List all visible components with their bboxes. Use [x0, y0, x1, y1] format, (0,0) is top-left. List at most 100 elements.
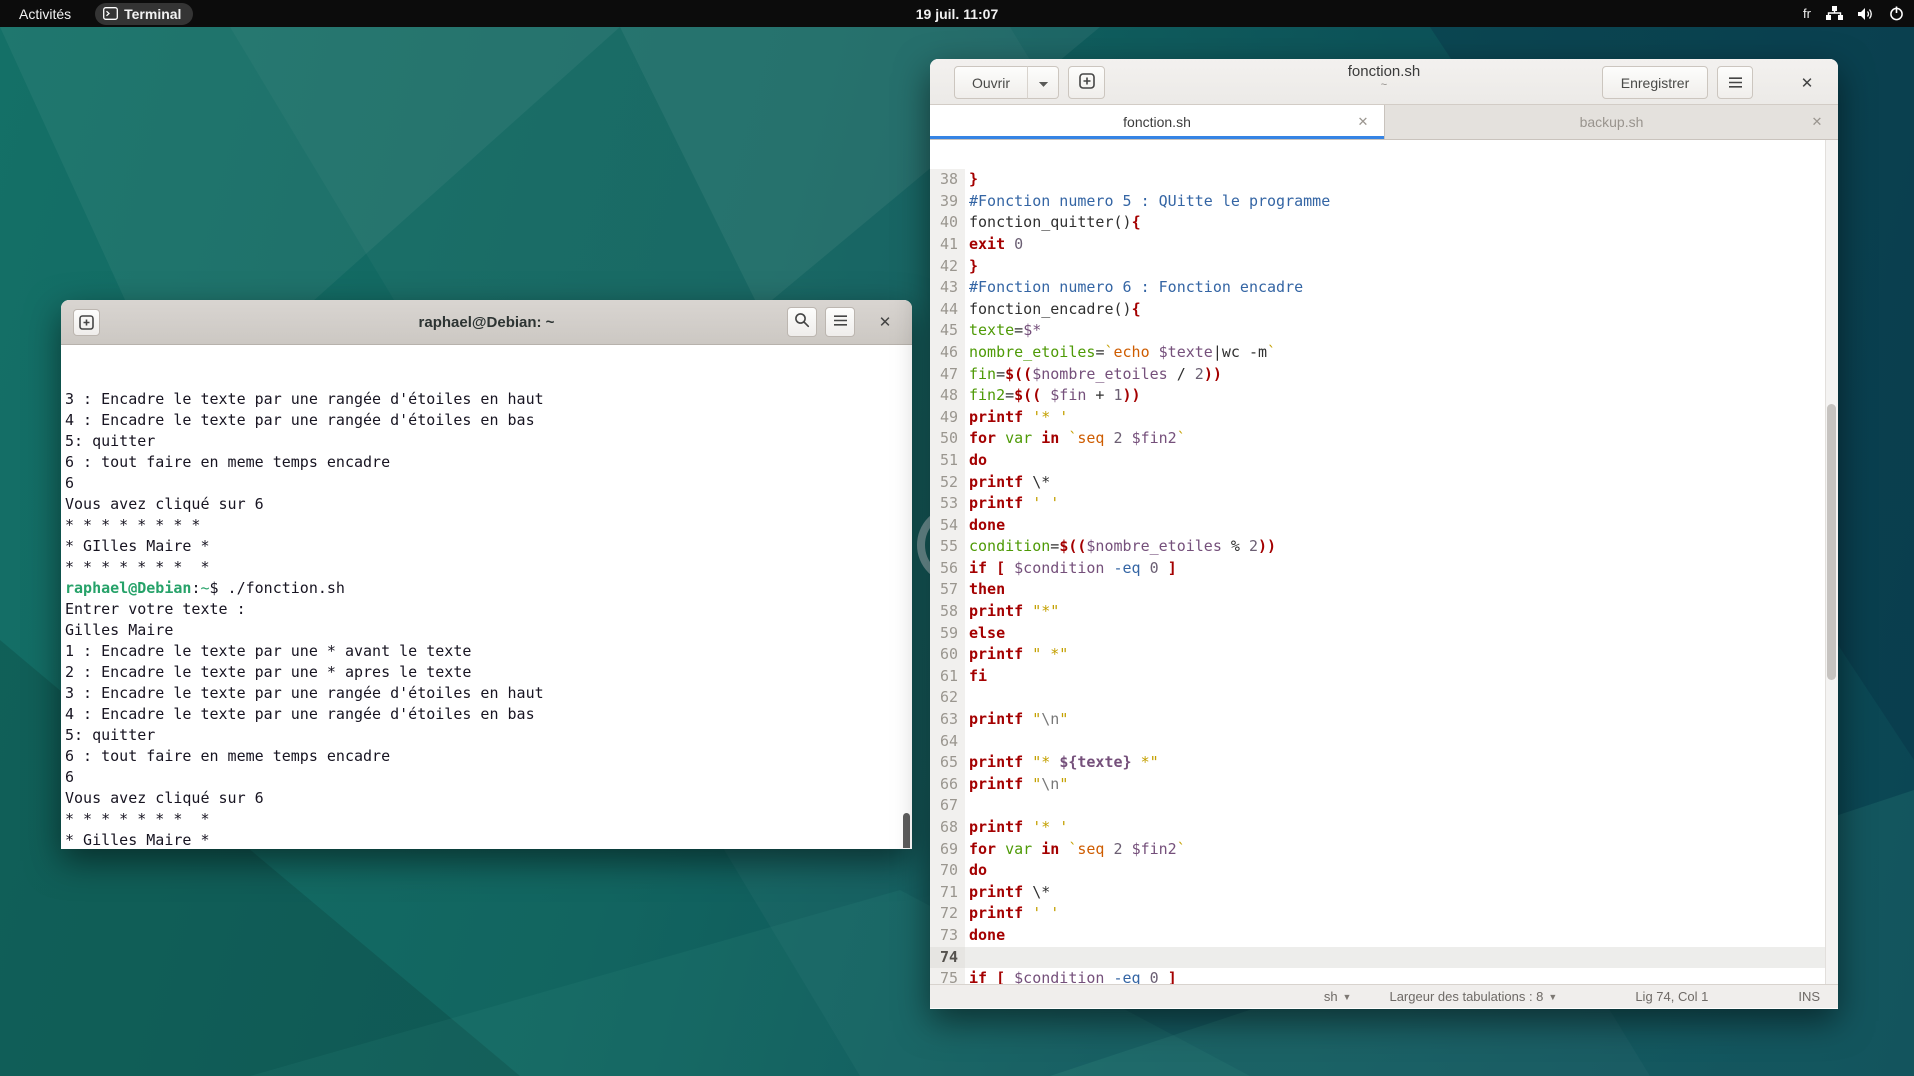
line-number: 38 — [930, 169, 965, 191]
code-token: ~ — [200, 579, 210, 597]
line-number: 43 — [930, 277, 965, 299]
terminal-line: Entrer votre texte : — [65, 599, 912, 620]
search-button[interactable] — [787, 307, 817, 337]
tab-backup-sh[interactable]: backup.sh ✕ — [1384, 105, 1838, 139]
code-token: printf — [969, 904, 1033, 923]
language-label: sh — [1323, 989, 1338, 1004]
code-line-text: texte=$* — [965, 320, 1041, 342]
keyboard-layout-indicator[interactable]: fr — [1803, 6, 1811, 21]
editor-scrollbar-track[interactable] — [1825, 140, 1838, 984]
code-token: 6 : tout faire en meme temps encadre — [65, 747, 391, 765]
code-line: 71 printf \* — [930, 881, 1838, 904]
code-line-text: fonction_quitter(){ — [965, 212, 1141, 234]
code-token: $condition — [1014, 969, 1105, 984]
line-number: 63 — [930, 709, 965, 731]
code-line-text: printf "\n" — [965, 709, 1068, 731]
code-token: |wc -m — [1212, 342, 1268, 361]
terminal-output[interactable]: 3 : Encadre le texte par une rangée d'ét… — [61, 345, 912, 848]
code-line-text: printf "\n" — [965, 774, 1068, 796]
open-dropdown-button[interactable] — [1027, 66, 1059, 99]
chevron-down-icon: ▼ — [1548, 991, 1558, 1002]
save-button[interactable]: Enregistrer — [1602, 66, 1708, 99]
terminal-line: raphael@Debian:~$ ./fonction.sh — [65, 578, 912, 599]
terminal-line: * GIlles Maire * — [65, 536, 912, 557]
focused-app-menu[interactable]: Terminal — [95, 2, 194, 25]
terminal-line: 6 : tout faire en meme temps encadre — [65, 452, 912, 473]
editor-headerbar[interactable]: Ouvrir fonction.sh ~ Enregistrer ✕ — [930, 59, 1838, 105]
tab-fonction-sh[interactable]: fonction.sh ✕ — [930, 105, 1384, 139]
code-token: fin — [969, 364, 997, 383]
terminal-close-button[interactable]: ✕ — [872, 307, 898, 337]
code-token: -eq — [1113, 558, 1141, 577]
code-token: -eq — [1113, 969, 1141, 984]
code-token: * Gilles Maire * — [65, 831, 210, 848]
code-token: texte — [969, 321, 1015, 340]
code-token: 4 : Encadre le texte par une rangée d'ét… — [65, 705, 535, 723]
code-line: 57 then — [930, 579, 1838, 602]
code-token: $* — [1023, 321, 1042, 340]
code-lines: 38} 39 #Fonction numero 5 : QUitte le prog… — [930, 169, 1838, 984]
editor-menu-button[interactable] — [1717, 66, 1753, 99]
terminal-scrollbar[interactable] — [903, 813, 910, 848]
code-line-text: if [ $condition -eq 0 ] — [965, 558, 1177, 580]
line-number: 72 — [930, 903, 965, 925]
active-tab-underline — [930, 136, 1384, 139]
code-token: = — [1005, 386, 1015, 405]
clock[interactable]: 19 juil. 11:07 — [916, 6, 999, 22]
system-status-area[interactable]: fr — [1803, 6, 1904, 21]
line-number: 52 — [930, 471, 965, 494]
editor-scrollbar-thumb[interactable] — [1827, 404, 1836, 680]
line-number: 46 — [930, 341, 965, 364]
code-token: \n — [1041, 774, 1060, 793]
terminal-menu-button[interactable] — [825, 307, 855, 337]
open-button[interactable]: Ouvrir — [954, 66, 1028, 99]
editor-statusbar: sh ▼ Largeur des tabulations : 8 ▼ Lig 7… — [930, 984, 1838, 1008]
code-token: $condition — [1014, 558, 1105, 577]
new-document-icon — [1078, 73, 1095, 92]
code-token: if — [969, 558, 988, 577]
code-token: var — [1005, 429, 1033, 448]
line-number: 39 — [930, 190, 965, 213]
code-line-text: printf '* ' — [965, 407, 1068, 429]
code-line: 48 fin2=$(( $fin + 1)) — [930, 385, 1838, 407]
code-token: printf — [969, 882, 1033, 901]
terminal-line: 5: quitter — [65, 725, 912, 746]
code-token: Entrer votre texte : — [65, 600, 246, 618]
code-editor-area[interactable]: 38} 39 #Fonction numero 5 : QUitte le prog… — [930, 140, 1838, 984]
code-token: * GIlles Maire * — [65, 537, 210, 555]
code-token: 2 : Encadre le texte par une * apres le … — [65, 663, 472, 681]
code-token: seq — [1077, 429, 1105, 448]
terminal-line: * Gilles Maire * — [65, 830, 912, 848]
code-token: * * * * * * * * — [65, 558, 210, 576]
code-token: $nombre_etoiles — [1086, 537, 1222, 556]
terminal-line: 3 : Encadre le texte par une rangée d'ét… — [65, 683, 912, 704]
tab-close-icon[interactable]: ✕ — [1808, 113, 1826, 131]
code-line-text: exit 0 — [965, 234, 1023, 256]
code-token: 1 : Encadre le texte par une * avant le … — [65, 642, 472, 660]
code-token: echo — [1113, 342, 1150, 361]
code-token: " — [1032, 774, 1042, 793]
new-document-button[interactable] — [1068, 66, 1105, 99]
network-wired-icon — [1826, 6, 1843, 21]
code-token: Vous avez cliqué sur 6 — [65, 495, 264, 513]
editor-close-button[interactable]: ✕ — [1792, 66, 1822, 99]
code-token: printf — [969, 407, 1033, 426]
terminal-titlebar[interactable]: raphael@Debian: ~ ✕ — [61, 300, 912, 345]
code-token: = — [1014, 321, 1024, 340]
language-selector[interactable]: sh ▼ — [1324, 989, 1352, 1004]
code-line: 62 — [930, 687, 1838, 710]
code-token: = — [1050, 537, 1060, 556]
code-token: " *" — [1032, 645, 1069, 664]
tab-width-selector[interactable]: Largeur des tabulations : 8 ▼ — [1389, 989, 1557, 1004]
line-number: 62 — [930, 687, 965, 710]
code-token: in — [1041, 839, 1060, 858]
code-token: ] — [1167, 969, 1177, 984]
activities-button[interactable]: Activités — [13, 4, 77, 24]
tab-close-icon[interactable]: ✕ — [1354, 113, 1372, 131]
